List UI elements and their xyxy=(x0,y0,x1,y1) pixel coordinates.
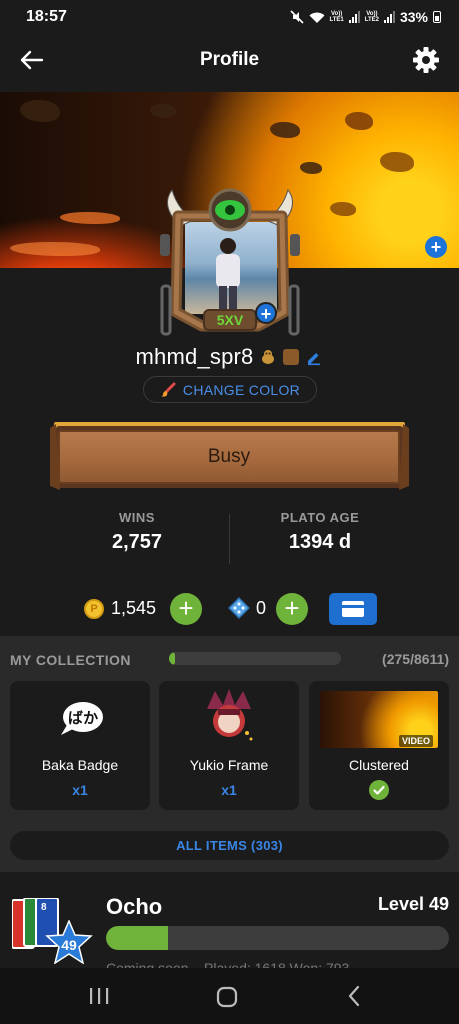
banner-add-button[interactable]: + xyxy=(425,236,447,258)
collection-item-baka-badge[interactable]: ばか Baka Badge x1 xyxy=(10,681,150,810)
frame-badge-text: 5XV xyxy=(217,312,244,328)
yukio-frame-thumbnail xyxy=(207,689,253,741)
item-name: Baka Badge xyxy=(41,757,119,773)
status-icons: Vo)) LTE1 Vo)) LTE2 33% xyxy=(289,9,441,25)
wins-value: 2,757 xyxy=(111,531,163,553)
collection-progress-bar xyxy=(169,652,341,665)
collection-item-clustered[interactable]: VIDEO Clustered xyxy=(309,681,449,810)
username: mhmd_spr8 xyxy=(135,344,254,369)
status-bar: 18:57 Vo)) LTE1 Vo)) LTE2 33% xyxy=(0,0,459,34)
plato-age-label: PLATO AGE xyxy=(280,510,360,525)
avatar-frame[interactable]: 5XV xyxy=(158,186,302,336)
system-nav-bar xyxy=(0,968,459,1024)
gear-icon[interactable] xyxy=(411,45,441,75)
add-gems-button[interactable]: + xyxy=(276,593,308,625)
status-field[interactable]: Busy xyxy=(58,430,400,484)
stats-divider xyxy=(229,514,230,564)
nav-back-icon[interactable] xyxy=(346,985,362,1007)
ocho-card-number: 8 xyxy=(41,902,47,913)
signal-1-icon xyxy=(348,11,360,23)
lte1-indicator: Vo)) LTE1 xyxy=(329,11,344,23)
collection-progress-fill xyxy=(169,652,175,665)
pet-icon xyxy=(262,350,275,364)
wifi-icon xyxy=(309,12,324,23)
chest-icon xyxy=(283,349,300,365)
mute-icon xyxy=(289,10,304,24)
level-star-badge: 49 xyxy=(45,920,93,964)
my-collection-section: MY COLLECTION (275/8611) ばか Baka Badge x… xyxy=(0,636,459,872)
owned-check-icon xyxy=(369,780,389,800)
plato-age-stat: PLATO AGE 1394 d xyxy=(240,510,400,554)
back-arrow-icon[interactable] xyxy=(18,46,46,74)
item-quantity: x1 xyxy=(221,782,237,798)
edit-pencil-icon[interactable] xyxy=(305,348,323,366)
currency-row: P 1,545 + 0 + xyxy=(0,593,459,625)
lte2-indicator: Vo)) LTE2 xyxy=(364,11,379,23)
collection-item-yukio-frame[interactable]: Yukio Frame x1 xyxy=(159,681,299,810)
game-level: Level 49 xyxy=(377,894,449,914)
game-level-progress-bar xyxy=(106,926,449,950)
wins-stat: WINS 2,757 xyxy=(57,510,217,554)
speech-bubble-icon: ばか xyxy=(61,702,103,735)
change-color-label: CHANGE COLOR xyxy=(182,381,301,398)
wins-label: WINS xyxy=(119,510,155,525)
coin-icon: P xyxy=(84,599,104,619)
item-name: Yukio Frame xyxy=(189,757,269,773)
battery-icon xyxy=(433,11,441,23)
game-name: Ocho xyxy=(106,894,163,919)
gem-balance: 0 xyxy=(256,598,267,618)
plato-age-value: 1394 d xyxy=(288,531,352,553)
wallet-button[interactable] xyxy=(329,593,377,625)
item-quantity: x1 xyxy=(72,782,88,798)
avatar-add-button[interactable]: + xyxy=(255,302,277,324)
change-color-button[interactable]: CHANGE COLOR xyxy=(143,376,317,403)
paintbrush-icon xyxy=(160,382,176,397)
dice-icon xyxy=(228,597,250,619)
status-time: 18:57 xyxy=(26,8,67,25)
battery-percent: 33% xyxy=(399,9,428,25)
page-title: Profile xyxy=(199,49,260,70)
wallet-icon xyxy=(342,601,364,617)
level-star-text: 49 xyxy=(61,937,77,953)
all-items-button[interactable]: ALL ITEMS (303) xyxy=(10,831,449,860)
home-icon[interactable] xyxy=(216,986,238,1008)
username-row: mhmd_spr8 xyxy=(0,344,459,370)
baka-badge-text: ばか xyxy=(68,709,98,727)
game-level-progress-fill xyxy=(106,926,168,950)
video-tag: VIDEO xyxy=(398,735,433,747)
collection-title: MY COLLECTION xyxy=(10,652,131,668)
recent-apps-icon[interactable] xyxy=(88,986,110,1006)
collection-count: (275/8611) xyxy=(382,651,449,667)
item-name: Clustered xyxy=(349,757,409,773)
app-header: Profile xyxy=(0,38,459,82)
signal-2-icon xyxy=(383,11,395,23)
add-coins-button[interactable]: + xyxy=(170,593,202,625)
coin-balance: 1,545 xyxy=(111,598,157,618)
